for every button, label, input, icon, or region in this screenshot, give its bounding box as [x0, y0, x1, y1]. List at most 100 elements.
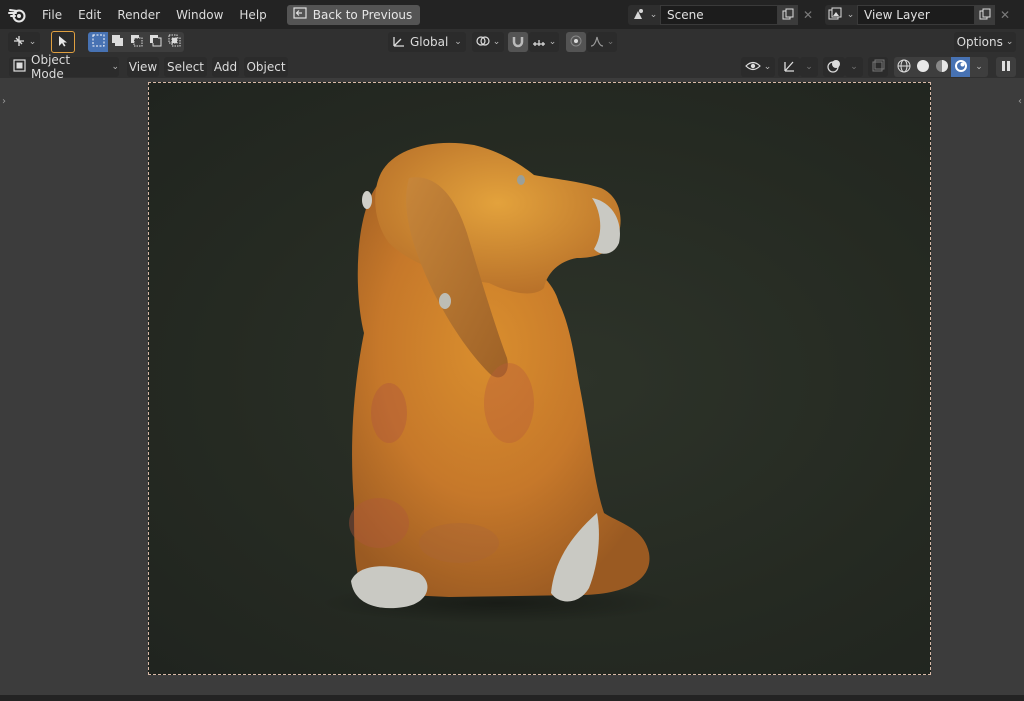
gizmo-icon [782, 59, 796, 76]
select-mode-new-button[interactable] [88, 32, 108, 52]
material-sphere-icon [935, 59, 949, 76]
view-layer-name-field[interactable]: View Layer [857, 5, 975, 25]
new-view-layer-button[interactable] [975, 5, 995, 25]
dog-figurine-render[interactable] [149, 83, 931, 675]
object-mode-icon [13, 59, 26, 75]
duplicate-icon [782, 8, 794, 23]
select-mode-subtract-button[interactable] [127, 32, 146, 52]
shading-solid-button[interactable] [913, 57, 932, 77]
blender-logo-icon[interactable] [6, 4, 28, 26]
object-visibility-dropdown[interactable]: ⌄ [741, 57, 775, 77]
options-dropdown[interactable]: Options ⌄ [954, 32, 1016, 52]
transform-icon [12, 34, 26, 51]
menu-render[interactable]: Render [109, 4, 168, 26]
chevron-down-icon: ⌄ [492, 37, 501, 47]
menu-window[interactable]: Window [168, 4, 231, 26]
pause-icon [1000, 60, 1012, 75]
select-intersect-icon [168, 34, 181, 50]
chevron-down-icon: ⌄ [975, 62, 983, 72]
close-icon: ✕ [802, 8, 814, 22]
object-mode-label: Object Mode [31, 53, 71, 81]
gizmo-dropdown[interactable]: ⌄ [800, 57, 818, 77]
chevron-down-icon: ⌄ [763, 62, 772, 72]
3d-viewport[interactable]: › ‹ [0, 78, 1024, 695]
select-new-icon [92, 34, 105, 50]
proportional-dot-icon [569, 34, 583, 51]
select-difference-icon [149, 34, 162, 50]
overlays-toggle-button[interactable] [823, 57, 845, 77]
sidebar-expand-arrow-icon[interactable]: ‹ [1018, 96, 1022, 107]
viewport-header: Object Mode ⌄ View Select Add Object ⌄ ⌄… [0, 53, 1024, 81]
chevron-down-icon: ⌄ [548, 37, 557, 47]
remove-view-layer-button[interactable]: ✕ [995, 5, 1015, 25]
tool-settings-bar: ⌄ Global ⌄ ⌄ ⌄ ⌄ Options ⌄ [0, 29, 1024, 56]
xray-toggle-button[interactable] [868, 57, 888, 77]
eye-patch [517, 175, 525, 185]
wireframe-sphere-icon [897, 59, 911, 76]
status-bar [0, 695, 1024, 701]
color-blotch [484, 363, 534, 443]
snap-target-dropdown[interactable]: ⌄ [529, 32, 559, 52]
view-layer-browse-button[interactable]: ⌄ [825, 5, 857, 25]
orientation-label: Global [410, 35, 449, 49]
chevron-down-icon: ⌄ [846, 10, 855, 20]
proportional-falloff-dropdown[interactable]: ⌄ [587, 32, 617, 52]
overlays-icon [827, 59, 841, 76]
chevron-down-icon: ⌄ [28, 37, 37, 47]
interaction-mode-dropdown[interactable]: Object Mode ⌄ [9, 53, 119, 81]
chevron-down-icon: ⌄ [454, 37, 462, 47]
magnet-icon [511, 34, 525, 51]
chevron-down-icon: ⌄ [649, 10, 658, 20]
chevron-down-icon: ⌄ [850, 62, 858, 72]
menu-file[interactable]: File [34, 4, 70, 26]
back-arrow-icon [293, 7, 307, 22]
pivot-point-dropdown[interactable]: ⌄ [472, 32, 504, 52]
chevron-down-icon: ⌄ [1005, 37, 1014, 47]
shading-material-button[interactable] [932, 57, 951, 77]
select-extend-icon [111, 34, 124, 50]
transform-orientation-dropdown[interactable]: Global ⌄ [388, 32, 466, 52]
gizmo-toggle-button[interactable] [778, 57, 800, 77]
shading-wireframe-button[interactable] [894, 57, 913, 77]
pause-render-button[interactable] [996, 57, 1016, 77]
overlays-dropdown[interactable]: ⌄ [845, 57, 863, 77]
chevron-down-icon: ⌄ [805, 62, 813, 72]
scene-browse-button[interactable]: ⌄ [628, 5, 660, 25]
shading-options-dropdown[interactable]: ⌄ [970, 57, 988, 77]
cursor-arrow-icon [58, 35, 68, 50]
back-to-previous-button[interactable]: Back to Previous [286, 4, 421, 25]
top-menu-bar: File Edit Render Window Help Back to Pre… [0, 0, 1024, 29]
view-layer-selector: ⌄ View Layer ✕ [825, 5, 1015, 25]
options-label: Options [956, 35, 1003, 49]
object-menu[interactable]: Object [244, 57, 288, 77]
menu-edit[interactable]: Edit [70, 4, 109, 26]
select-subtract-icon [130, 34, 143, 50]
toolbar-expand-arrow-icon[interactable]: › [2, 96, 6, 107]
select-menu[interactable]: Select [164, 57, 207, 77]
scene-name-field[interactable]: Scene [660, 5, 778, 25]
chevron-down-icon: ⌄ [606, 37, 615, 47]
transform-pivot-button[interactable]: ⌄ [8, 32, 40, 52]
select-mode-difference-button[interactable] [146, 32, 165, 52]
menu-help[interactable]: Help [231, 4, 274, 26]
add-menu[interactable]: Add [212, 57, 239, 77]
new-scene-button[interactable] [778, 5, 798, 25]
snap-toggle-button[interactable] [508, 32, 528, 52]
select-mode-intersect-button[interactable] [165, 32, 184, 52]
select-tool-button[interactable] [51, 31, 75, 53]
eye-icon [744, 60, 761, 75]
solid-sphere-icon [916, 59, 930, 76]
select-mode-extend-button[interactable] [108, 32, 127, 52]
ear-patch [439, 293, 451, 309]
scene-selector: ⌄ Scene ✕ [628, 5, 818, 25]
view-menu[interactable]: View [127, 57, 159, 77]
duplicate-icon [979, 8, 991, 23]
color-blotch [419, 523, 499, 563]
shading-rendered-button[interactable] [951, 57, 970, 77]
remove-scene-button[interactable]: ✕ [798, 5, 818, 25]
back-to-previous-label: Back to Previous [312, 7, 413, 22]
falloff-curve-icon [590, 34, 604, 51]
head-patch [362, 191, 372, 209]
proportional-editing-toggle[interactable] [566, 32, 586, 52]
scene-icon [631, 7, 645, 24]
